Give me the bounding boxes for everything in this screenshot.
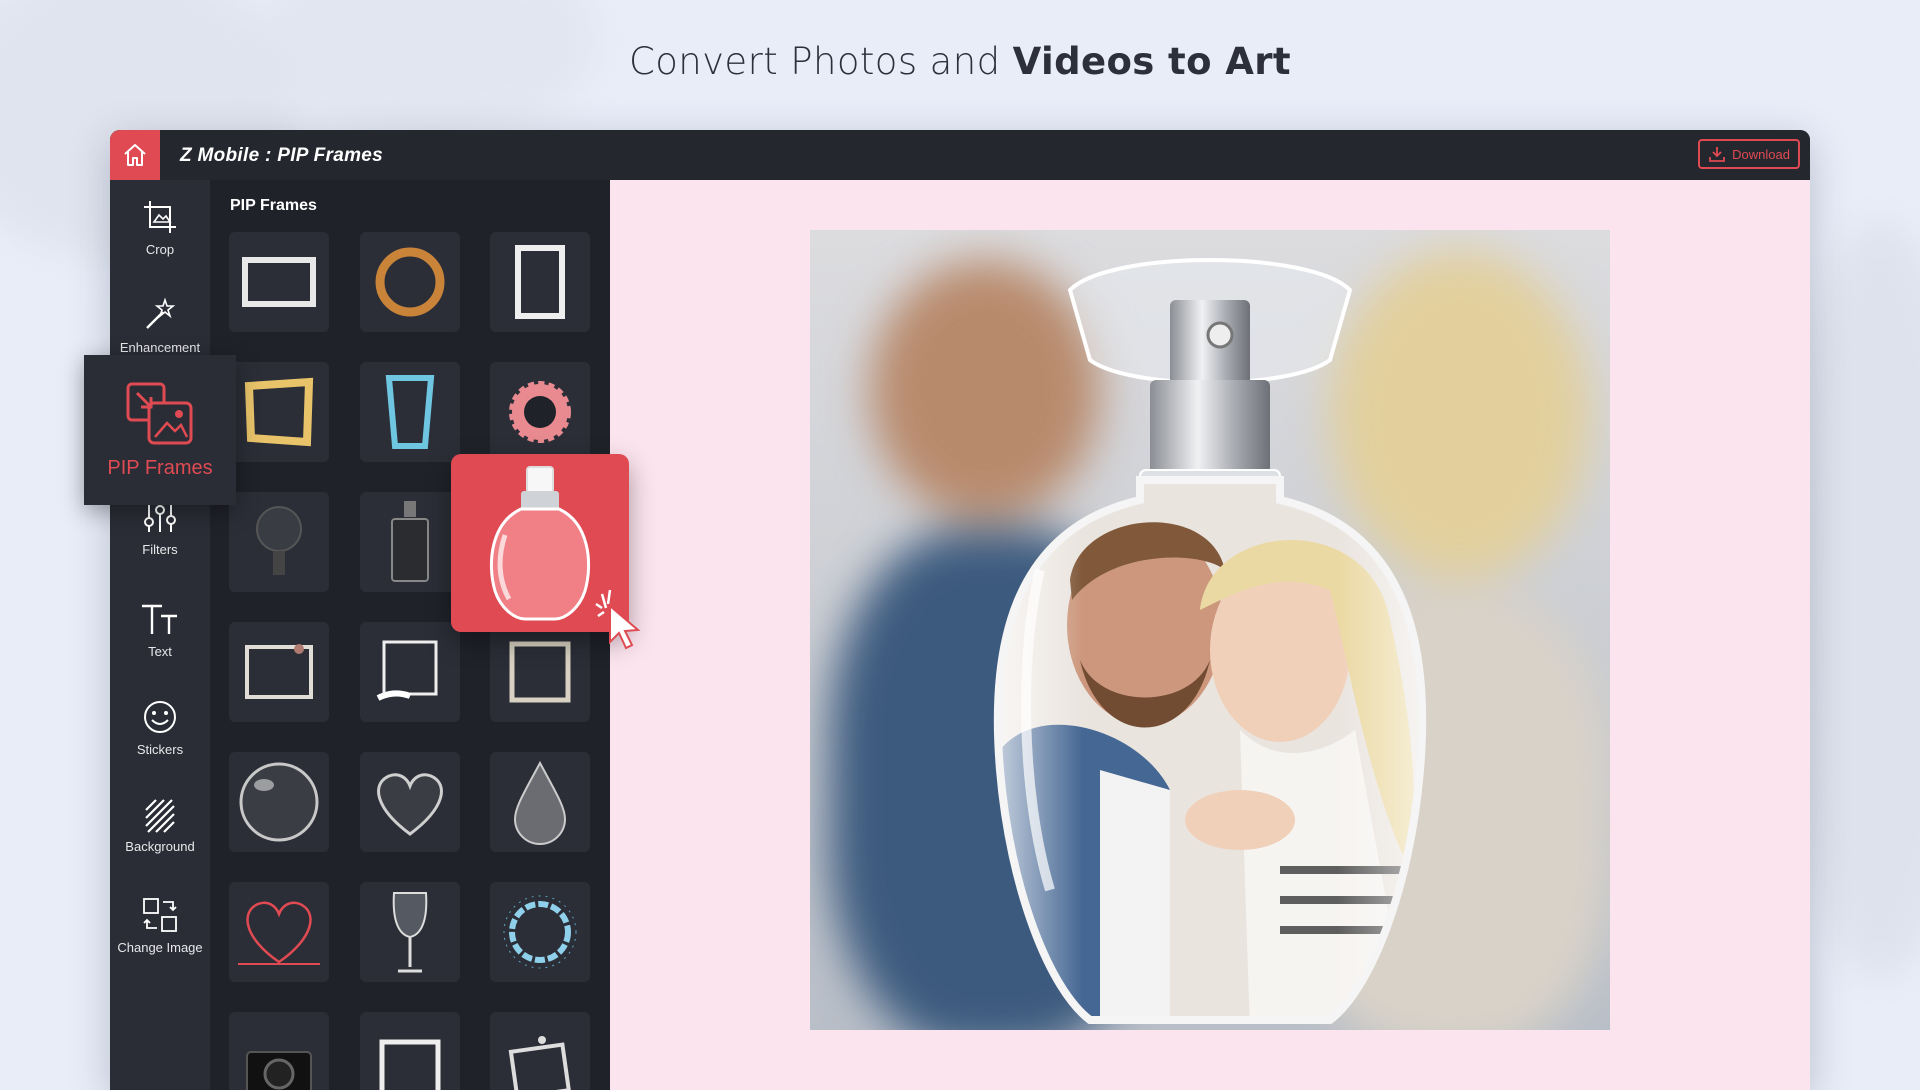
frame-thumb-droplet[interactable]: [490, 752, 590, 852]
droplet-frame-icon: [513, 760, 567, 845]
lightbulb-frame-icon: [256, 506, 302, 575]
white-portrait-frame-icon: [515, 245, 565, 319]
headline-part-1: Convert Photos and: [629, 40, 1013, 83]
download-button[interactable]: Download: [1698, 139, 1800, 169]
black-perfume-frame-icon: [391, 501, 429, 582]
frame-thumb-brush-square[interactable]: [360, 622, 460, 722]
tool-filters[interactable]: Filters: [110, 498, 210, 557]
frame-thumb-pink-flower[interactable]: [490, 362, 590, 462]
smiley-icon: [144, 701, 176, 733]
download-icon: [1709, 147, 1726, 162]
title-bar: Z Mobile : PIP Frames Download: [110, 130, 1810, 180]
tool-background[interactable]: Background: [110, 795, 210, 854]
editor-canvas[interactable]: [610, 180, 1810, 1090]
home-button[interactable]: [110, 130, 160, 180]
tool-label: Text: [148, 644, 172, 659]
frame-thumb-black-perfume[interactable]: [360, 492, 460, 592]
pip-frames-panel: PIP Frames: [210, 180, 610, 1090]
tool-pip-frames[interactable]: PIP Frames: [84, 355, 236, 505]
frame-thumb-bubble[interactable]: [229, 752, 329, 852]
tool-sidebar: Crop Enhancement Filters Text Stickers B…: [110, 180, 210, 1090]
tool-crop[interactable]: Crop: [110, 198, 210, 257]
blue-mirror-frame-icon: [385, 375, 435, 449]
tool-label: Enhancement: [119, 340, 201, 355]
tool-label: Background: [125, 839, 195, 854]
tool-text[interactable]: Text: [110, 600, 210, 659]
gold-square-frame-icon: [244, 377, 314, 447]
frame-thumb-camera[interactable]: [229, 1012, 329, 1090]
text-icon: [142, 604, 177, 634]
tool-stickers[interactable]: Stickers: [110, 698, 210, 757]
heart-frame-icon: [377, 773, 443, 836]
frame-thumb-floral-dark[interactable]: [229, 622, 329, 722]
pink-flower-frame-icon: [509, 381, 571, 443]
floral-dark-frame-icon: [245, 644, 313, 699]
tool-label: PIP Frames: [107, 456, 213, 479]
water-splash-ring-frame-icon: [503, 895, 577, 969]
frame-thumb-wine-glass[interactable]: [360, 882, 460, 982]
frame-thumb-gold-square[interactable]: [229, 362, 329, 462]
download-label: Download: [1732, 146, 1790, 162]
frame-thumb-rustic-square[interactable]: [490, 622, 590, 722]
red-heart-outline-frame-icon: [238, 901, 320, 965]
hatch-icon: [145, 799, 175, 833]
frame-thumb-white-portrait[interactable]: [490, 232, 590, 332]
magic-wand-icon: [146, 297, 176, 329]
frame-thumb-lightbulb[interactable]: [229, 492, 329, 592]
tool-label: Filters: [142, 542, 178, 557]
tool-change-image[interactable]: Change Image: [110, 896, 210, 955]
mouse-cursor-icon: [595, 590, 641, 650]
frame-thumb-polaroid[interactable]: [490, 1012, 590, 1090]
brush-square-frame-icon: [376, 640, 438, 701]
tool-label: Crop: [145, 242, 175, 257]
tool-enhancement[interactable]: Enhancement: [110, 296, 210, 355]
app-window: Z Mobile : PIP Frames Download Crop Enha…: [110, 130, 1810, 1090]
edited-photo[interactable]: [810, 230, 1610, 1030]
frame-thumb-blue-mirror[interactable]: [360, 362, 460, 462]
white-rectangle-frame-icon: [242, 257, 316, 307]
page-headline: Convert Photos and Videos to Art: [0, 40, 1920, 83]
gold-ring-frame-icon: [375, 247, 445, 317]
home-icon: [124, 144, 146, 166]
frame-thumb-red-heart-outline[interactable]: [229, 882, 329, 982]
frame-thumb-white-rectangle[interactable]: [229, 232, 329, 332]
frame-thumb-black-square[interactable]: [360, 1012, 460, 1090]
headline-part-2: Videos to Art: [1012, 40, 1291, 83]
frame-thumb-gold-ring[interactable]: [360, 232, 460, 332]
swap-image-icon: [143, 898, 177, 932]
frame-thumb-water-splash-ring[interactable]: [490, 882, 590, 982]
tool-label: Change Image: [117, 940, 203, 955]
panel-title: PIP Frames: [230, 197, 317, 214]
app-title: Z Mobile : PIP Frames: [180, 145, 384, 166]
red-perfume-frame-icon: [489, 466, 591, 621]
pip-frames-icon: [126, 382, 193, 444]
rustic-square-frame-icon: [509, 641, 571, 703]
wine-glass-frame-icon: [392, 892, 428, 973]
tool-label: Stickers: [136, 742, 184, 757]
perfume-bottle-frame: [993, 258, 1427, 1024]
frame-thumb-heart[interactable]: [360, 752, 460, 852]
crop-icon: [144, 201, 176, 233]
bubble-frame-icon: [239, 762, 319, 842]
